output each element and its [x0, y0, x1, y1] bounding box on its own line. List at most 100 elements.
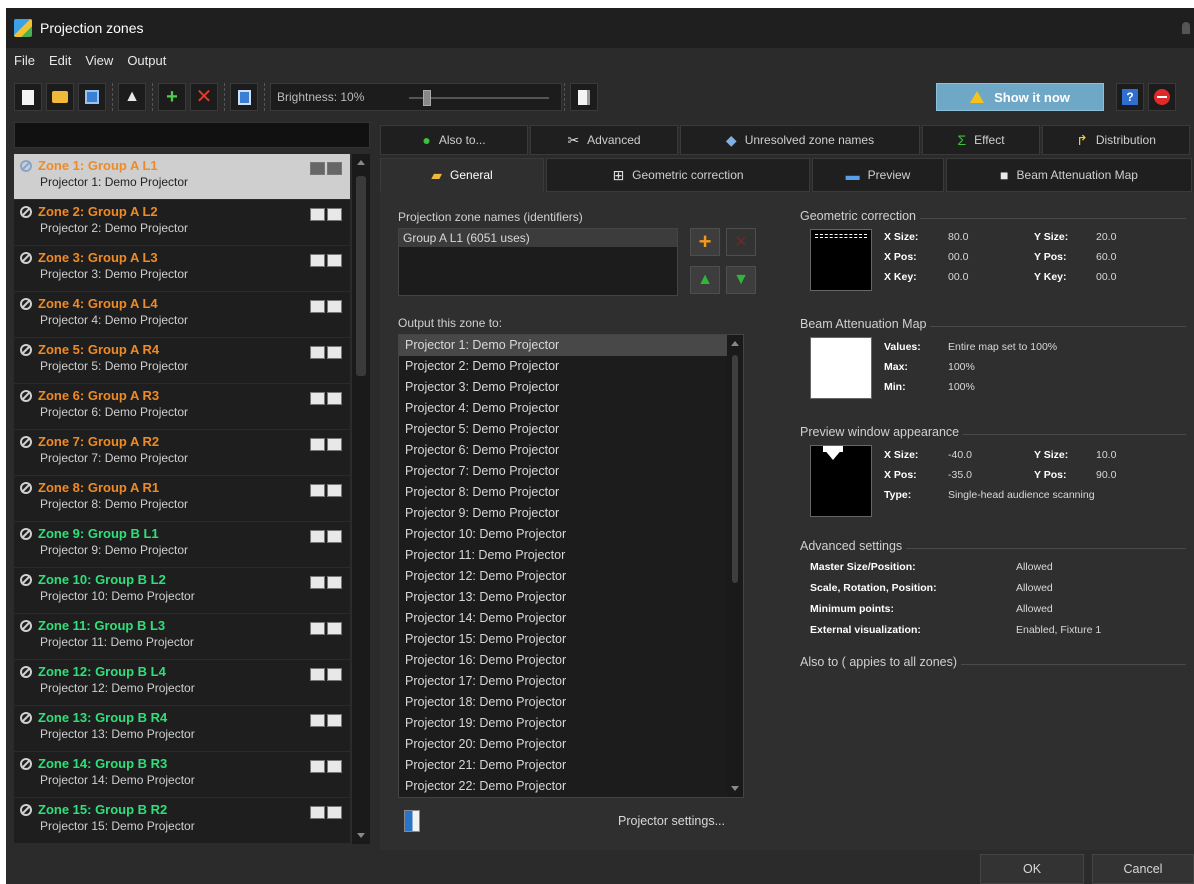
output-projector-item[interactable]: Projector 15: Demo Projector [399, 629, 743, 650]
scroll-down-icon[interactable] [731, 786, 739, 791]
output-projector-item[interactable]: Projector 14: Demo Projector [399, 608, 743, 629]
zone-enable-icon[interactable] [20, 665, 32, 678]
stop-button[interactable] [1148, 83, 1176, 111]
menu-view[interactable]: View [85, 53, 113, 73]
zone-preview-icons[interactable] [310, 300, 342, 313]
zone-enable-icon[interactable] [20, 573, 32, 586]
tab-unresolved-zone-names[interactable]: ◆ Unresolved zone names [680, 125, 920, 155]
zone-list-item[interactable]: Zone 3: Group A L3 Projector 3: Demo Proj… [14, 246, 350, 292]
zone-list-item[interactable]: Zone 7: Group A R2 Projector 7: Demo Proj… [14, 430, 350, 476]
zone-preview-icons[interactable] [310, 208, 342, 221]
zone-list-scrollbar[interactable] [352, 154, 370, 844]
output-projector-item[interactable]: Projector 16: Demo Projector [399, 650, 743, 671]
zone-preview-icons[interactable] [310, 530, 342, 543]
bam-summary[interactable]: Beam Attenuation Map Values: Entire map … [800, 317, 1186, 408]
move-down-button[interactable]: ▼ [726, 266, 756, 294]
output-projector-item[interactable]: Projector 7: Demo Projector [399, 461, 743, 482]
output-projector-item[interactable]: Projector 21: Demo Projector [399, 755, 743, 776]
output-projector-item[interactable]: Projector 6: Demo Projector [399, 440, 743, 461]
tab-effect[interactable]: Σ Effect [922, 125, 1040, 155]
zone-enable-icon[interactable] [20, 481, 32, 494]
zone-enable-icon[interactable] [20, 757, 32, 770]
output-projector-item[interactable]: Projector 18: Demo Projector [399, 692, 743, 713]
zone-enable-icon[interactable] [20, 251, 32, 264]
zone-preview-icons[interactable] [310, 760, 342, 773]
delete-zone-button[interactable]: ✕ [190, 83, 218, 111]
zone-enable-icon[interactable] [20, 803, 32, 816]
zone-list-item[interactable]: Zone 8: Group A R1 Projector 8: Demo Proj… [14, 476, 350, 522]
output-projector-item[interactable]: Projector 4: Demo Projector [399, 398, 743, 419]
output-projector-item[interactable]: Projector 20: Demo Projector [399, 734, 743, 755]
zone-list-item[interactable]: Zone 14: Group B R3 Projector 14: Demo Pr… [14, 752, 350, 798]
scroll-thumb[interactable] [356, 176, 366, 376]
tab-preview[interactable]: ▬ Preview [812, 158, 944, 192]
zone-enable-icon[interactable] [20, 711, 32, 724]
zone-names-list[interactable]: Group A L1 (6051 uses) [398, 228, 678, 296]
import-button[interactable]: ▲ [118, 83, 146, 111]
output-projector-item[interactable]: Projector 2: Demo Projector [399, 356, 743, 377]
zone-preview-icons[interactable] [310, 346, 342, 359]
scroll-thumb[interactable] [732, 355, 738, 583]
zone-preview-icons[interactable] [310, 254, 342, 267]
zone-list-item[interactable]: Zone 2: Group A L2 Projector 2: Demo Proj… [14, 200, 350, 246]
preview-summary[interactable]: Preview window appearance X Size: -40.0 … [800, 425, 1186, 522]
zone-enable-icon[interactable] [20, 619, 32, 632]
menu-file[interactable]: File [14, 53, 35, 73]
add-name-button[interactable]: + [690, 228, 720, 256]
zone-list-item[interactable]: Zone 12: Group B L4 Projector 12: Demo Pr… [14, 660, 350, 706]
copy-button[interactable] [570, 83, 598, 111]
zone-enable-icon[interactable] [20, 159, 32, 172]
scroll-up-icon[interactable] [357, 160, 365, 165]
tab-distribution[interactable]: ↱ Distribution [1042, 125, 1190, 155]
zone-preview-icons[interactable] [310, 806, 342, 819]
zone-search-input[interactable] [14, 122, 370, 148]
output-projector-item[interactable]: Projector 22: Demo Projector [399, 776, 743, 797]
zone-list-item[interactable]: Zone 6: Group A R3 Projector 6: Demo Proj… [14, 384, 350, 430]
zone-preview-icons[interactable] [310, 668, 342, 681]
tab-advanced[interactable]: ✂ Advanced [530, 125, 678, 155]
zone-preview-icons[interactable] [310, 392, 342, 405]
geometric-summary[interactable]: Geometric correction X Size: 80.0 Y Size… [800, 209, 1186, 300]
open-folder-button[interactable] [46, 83, 74, 111]
advanced-summary[interactable]: Advanced settings Master Size/Position: A… [800, 539, 1186, 648]
zone-list-item[interactable]: Zone 11: Group B L3 Projector 11: Demo Pr… [14, 614, 350, 660]
output-projector-item[interactable]: Projector 1: Demo Projector [399, 335, 743, 356]
output-projector-item[interactable]: Projector 19: Demo Projector [399, 713, 743, 734]
zone-preview-icons[interactable] [310, 622, 342, 635]
output-projector-item[interactable]: Projector 12: Demo Projector [399, 566, 743, 587]
move-up-button[interactable]: ▲ [690, 266, 720, 294]
tab-geometric-correction[interactable]: ⊞ Geometric correction [546, 158, 810, 192]
zone-preview-icons[interactable] [310, 714, 342, 727]
cancel-button[interactable]: Cancel [1092, 854, 1194, 884]
remove-name-button[interactable]: ✕ [726, 228, 756, 256]
tab-general[interactable]: ▰ General [380, 158, 544, 192]
save-button[interactable] [78, 83, 106, 111]
output-projector-item[interactable]: Projector 10: Demo Projector [399, 524, 743, 545]
help-button[interactable]: ? [1116, 83, 1144, 111]
zone-list-item[interactable]: Zone 9: Group B L1 Projector 9: Demo Proj… [14, 522, 350, 568]
brightness-slider-thumb[interactable] [423, 90, 431, 106]
also-to-summary[interactable]: Also to ( appies to all zones) [800, 655, 1186, 844]
new-file-button[interactable] [14, 83, 42, 111]
zone-list-item[interactable]: Zone 10: Group B L2 Projector 10: Demo Pr… [14, 568, 350, 614]
zone-enable-icon[interactable] [20, 297, 32, 310]
scroll-down-icon[interactable] [357, 833, 365, 838]
output-projector-item[interactable]: Projector 9: Demo Projector [399, 503, 743, 524]
zone-enable-icon[interactable] [20, 389, 32, 402]
ok-button[interactable]: OK [980, 854, 1084, 884]
zone-enable-icon[interactable] [20, 205, 32, 218]
output-projector-item[interactable]: Projector 11: Demo Projector [399, 545, 743, 566]
tab-also-to[interactable]: ● Also to... [380, 125, 528, 155]
menu-edit[interactable]: Edit [49, 53, 71, 73]
output-projector-item[interactable]: Projector 5: Demo Projector [399, 419, 743, 440]
tab-beam-attenuation-map[interactable]: ■ Beam Attenuation Map [946, 158, 1192, 192]
window-control-icon[interactable] [1182, 22, 1190, 34]
output-projector-item[interactable]: Projector 17: Demo Projector [399, 671, 743, 692]
zone-preview-icons[interactable] [310, 438, 342, 451]
zone-preview-icons[interactable] [310, 162, 342, 175]
zone-list-item[interactable]: Zone 4: Group A L4 Projector 4: Demo Proj… [14, 292, 350, 338]
projector-settings-button[interactable]: Projector settings... [618, 814, 725, 828]
zone-list-item[interactable]: Zone 15: Group B R2 Projector 15: Demo Pr… [14, 798, 350, 844]
show-it-now-button[interactable]: Show it now [936, 83, 1104, 111]
output-projector-item[interactable]: Projector 3: Demo Projector [399, 377, 743, 398]
